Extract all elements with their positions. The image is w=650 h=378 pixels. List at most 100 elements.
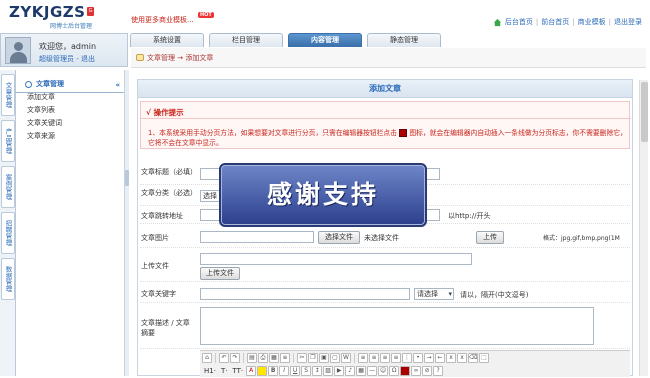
source-icon[interactable]: ⌂ bbox=[202, 353, 212, 363]
menu-title: 文章管理 bbox=[36, 80, 64, 88]
flash-icon[interactable]: ▶ bbox=[334, 366, 345, 376]
redo-icon[interactable]: ↷ bbox=[230, 353, 240, 363]
print-icon[interactable]: ⎙ bbox=[258, 353, 268, 363]
media-icon[interactable]: ♪ bbox=[345, 366, 356, 376]
menu-header[interactable]: 文章管理 « bbox=[16, 78, 124, 91]
tab-column-management[interactable]: 栏目管理 bbox=[209, 33, 283, 47]
justify-icon[interactable]: ≡ bbox=[391, 353, 401, 363]
menu-item-article-list[interactable]: 文章列表 bbox=[16, 104, 124, 117]
row-image: 文章图片 选择文件 未选择文件 上传 格式：jpg,gif,bmp,png(1M bbox=[140, 228, 630, 248]
paste-icon[interactable]: ▣ bbox=[319, 353, 329, 363]
divider: | bbox=[572, 18, 575, 26]
vtab-data[interactable]: 数据管理 bbox=[1, 258, 15, 300]
underline-icon[interactable]: U bbox=[290, 366, 301, 376]
hr-icon[interactable]: — bbox=[367, 366, 378, 376]
align-center-icon[interactable]: ≡ bbox=[369, 353, 379, 363]
splitter-toggle[interactable] bbox=[125, 170, 129, 186]
promo-link[interactable]: 使用更多商业模板... bbox=[131, 15, 194, 25]
collapse-icon[interactable]: « bbox=[115, 79, 120, 92]
upload-button[interactable]: 上传 bbox=[476, 231, 504, 244]
upload-file-input[interactable] bbox=[200, 253, 472, 265]
row-summary: 文章描述 / 文章摘要 bbox=[140, 305, 630, 349]
header: ZYKJGZS G 网博士后台管理 使用更多商业模板... HOT 后台首页 |… bbox=[0, 0, 650, 36]
page-break-toolbar-icon[interactable] bbox=[400, 366, 411, 376]
image-icon[interactable]: ▨ bbox=[323, 366, 334, 376]
tab-static-management[interactable]: 静态管理 bbox=[367, 33, 441, 47]
link-icon[interactable]: ∞ bbox=[411, 366, 422, 376]
paste-text-icon[interactable]: ▢ bbox=[330, 353, 340, 363]
row-upload-file: 上传文件 上传文件 bbox=[140, 250, 630, 282]
undo-icon[interactable]: ↶ bbox=[219, 353, 229, 363]
user-role-logout[interactable]: 超级管理员 - 退出 bbox=[39, 54, 95, 64]
strikethrough-icon[interactable]: S bbox=[301, 366, 312, 376]
summary-textarea[interactable] bbox=[200, 307, 594, 345]
splitter[interactable] bbox=[124, 70, 129, 376]
highlight-color-icon[interactable] bbox=[257, 366, 268, 376]
align-right-icon[interactable]: ≡ bbox=[380, 353, 390, 363]
label-upload-file: 上传文件 bbox=[141, 262, 169, 270]
vtab-product[interactable]: 产品管理 bbox=[1, 120, 15, 162]
italic-icon[interactable]: I bbox=[279, 366, 290, 376]
page-break-icon bbox=[399, 129, 408, 137]
divider: | bbox=[608, 18, 611, 26]
font-family-select[interactable]: T· bbox=[219, 366, 230, 378]
scroll-thumb[interactable] bbox=[641, 82, 648, 142]
keywords-input[interactable] bbox=[200, 288, 410, 300]
text-color-icon[interactable]: A bbox=[246, 366, 257, 376]
clear-format-icon[interactable]: ⌫ bbox=[468, 353, 478, 363]
template-icon[interactable]: ▦ bbox=[269, 353, 279, 363]
font-size-select[interactable]: TT· bbox=[230, 366, 245, 378]
welcome-text: 欢迎您，admin bbox=[39, 42, 97, 51]
vtab-case[interactable]: 案例管理 bbox=[1, 166, 15, 208]
scrollbar[interactable] bbox=[639, 80, 648, 376]
image-input[interactable] bbox=[200, 231, 314, 243]
thanks-banner: 感谢支持 bbox=[219, 163, 427, 227]
link-admin-home[interactable]: 后台首页 bbox=[505, 17, 533, 27]
line-height-icon[interactable]: ↕ bbox=[312, 366, 323, 376]
heading-select[interactable]: H1· bbox=[202, 366, 218, 378]
link-site-home[interactable]: 前台首页 bbox=[541, 17, 569, 27]
menu-circle-icon bbox=[25, 81, 32, 88]
align-left-icon[interactable]: ≡ bbox=[358, 353, 368, 363]
redirect-hint: 以http://开头 bbox=[448, 212, 491, 220]
toolbar-row-1: ⌂ ↶ ↷ ▤ ⎙ ▦ ≡ ✂ ❐ ▣ ▢ W ≡ ≡ ≡ ≡ ⋮ • → ← … bbox=[202, 353, 489, 365]
indent-icon[interactable]: → bbox=[424, 353, 434, 363]
copy-icon[interactable]: ❐ bbox=[308, 353, 318, 363]
avatar-head bbox=[14, 42, 23, 51]
preview-icon[interactable]: ▤ bbox=[247, 353, 257, 363]
vtab-recruit[interactable]: 招聘管理 bbox=[1, 212, 15, 254]
panel-title: 添加文章 bbox=[138, 80, 632, 98]
divider: | bbox=[535, 18, 539, 26]
tab-system-settings[interactable]: 系统设置 bbox=[130, 33, 204, 47]
choose-file-button[interactable]: 选择文件 bbox=[318, 231, 360, 244]
avatar-body bbox=[10, 52, 27, 63]
toolbar-row-2: H1· T· TT· A B I U S ↕ ▨ ▶ ♪ ▦ — ☺ Ω ∞ ⊘… bbox=[202, 366, 444, 378]
select-all-icon[interactable]: ⬚ bbox=[479, 353, 489, 363]
paste-word-icon[interactable]: W bbox=[341, 353, 351, 363]
top-links: 后台首页 | 前台首页 | 商业模板 | 退出登录 bbox=[493, 17, 642, 27]
link-logout[interactable]: 退出登录 bbox=[614, 17, 642, 27]
superscript-icon[interactable]: x bbox=[457, 353, 467, 363]
code-icon[interactable]: ≡ bbox=[280, 353, 290, 363]
outdent-icon[interactable]: ← bbox=[435, 353, 445, 363]
bold-icon[interactable]: B bbox=[268, 366, 279, 376]
table-icon[interactable]: ▦ bbox=[356, 366, 367, 376]
ordered-list-icon[interactable]: ⋮ bbox=[402, 353, 412, 363]
keywords-select[interactable]: 请选择 bbox=[414, 288, 454, 300]
about-icon[interactable]: ? bbox=[433, 366, 444, 376]
emoticon-icon[interactable]: ☺ bbox=[378, 366, 389, 376]
tab-content-management[interactable]: 内容管理 bbox=[288, 33, 362, 47]
menu-item-keywords[interactable]: 文章关键词 bbox=[16, 117, 124, 130]
menu-item-sources[interactable]: 文章来源 bbox=[16, 130, 124, 143]
unlink-icon[interactable]: ⊘ bbox=[422, 366, 433, 376]
subscript-icon[interactable]: x bbox=[446, 353, 456, 363]
link-templates[interactable]: 商业模板 bbox=[578, 17, 606, 27]
separator bbox=[243, 353, 244, 363]
unordered-list-icon[interactable]: • bbox=[413, 353, 423, 363]
special-char-icon[interactable]: Ω bbox=[389, 366, 400, 376]
cut-icon[interactable]: ✂ bbox=[297, 353, 307, 363]
banner-text: 感谢支持 bbox=[266, 180, 379, 209]
upload-file-button[interactable]: 上传文件 bbox=[200, 267, 240, 280]
label-keywords: 文章关键字 bbox=[141, 290, 176, 298]
vtab-article[interactable]: 文章管理 bbox=[1, 74, 15, 116]
